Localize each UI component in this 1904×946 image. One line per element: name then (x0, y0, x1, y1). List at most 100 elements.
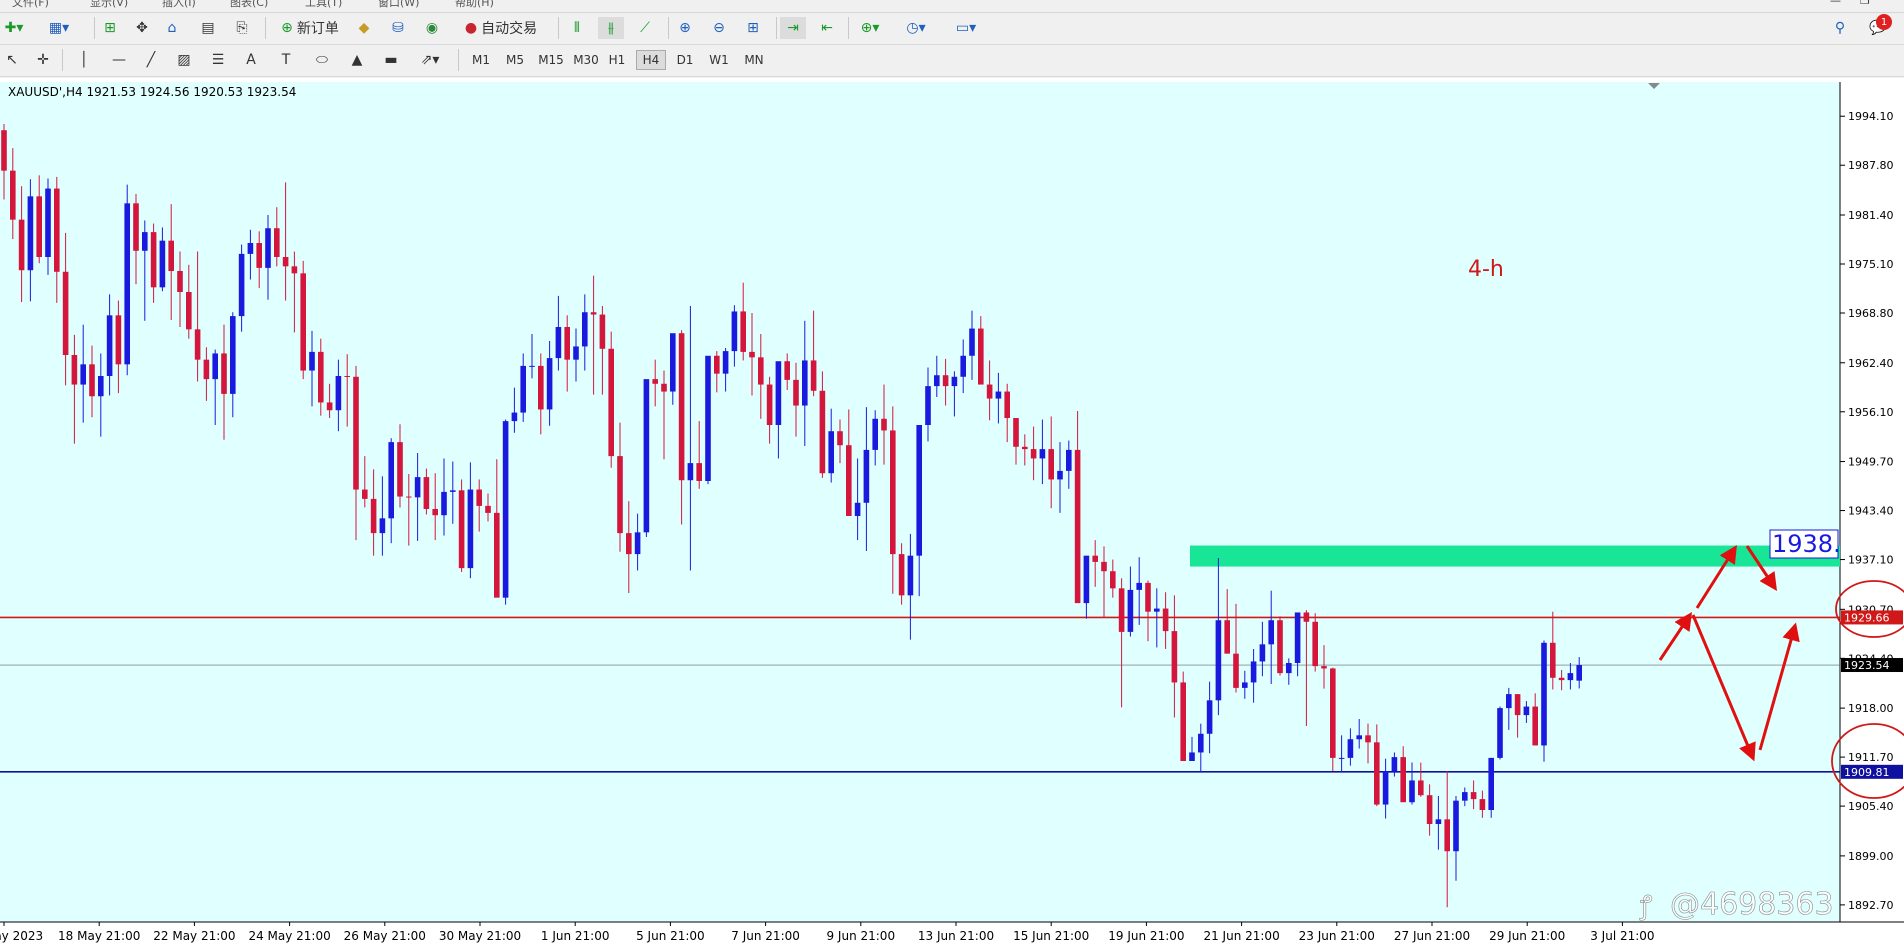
candle-body (80, 364, 86, 385)
timeframe-w1-button[interactable]: W1 (704, 50, 734, 70)
timeframe-h4-button[interactable]: H4 (636, 50, 666, 70)
timeframe-m15-button[interactable]: M15 (534, 50, 568, 70)
candle-body (485, 505, 491, 513)
new-order-button[interactable]: ⊕ 新订单 (272, 17, 348, 39)
window-restore-icon[interactable]: ❐ (1860, 0, 1870, 7)
text-label-icon[interactable]: T (274, 49, 298, 71)
candle-body (1277, 620, 1283, 674)
candle-body (652, 379, 658, 384)
strategy-tester-icon[interactable]: ⎘ (230, 17, 254, 39)
candle-body (546, 358, 553, 410)
chart-shift-icon[interactable]: ⇤ (814, 17, 840, 39)
crosshair-icon[interactable]: ✛ (32, 49, 54, 71)
candle-body (106, 315, 113, 376)
zoom-in-icon[interactable]: ⊕ (672, 17, 698, 39)
auto-trading-icon: ● (464, 20, 478, 36)
menu-chart[interactable]: 图表(C) (230, 0, 268, 10)
price-tick-label: 1918.00 (1848, 702, 1894, 715)
resistance-zone (1190, 545, 1840, 567)
candlestick-chart-icon[interactable]: ⫵ (598, 17, 624, 39)
menu-view[interactable]: 显示(V) (90, 0, 128, 10)
new-order-icon: ⊕ (281, 20, 293, 36)
candle-body (1171, 631, 1178, 683)
metaeditor-icon[interactable]: ◆ (352, 17, 376, 39)
candle-body (124, 203, 130, 365)
price-chart[interactable]: 1994.10 1987.80 1981.40 1975.10 1968.80 1962.… (0, 78, 1904, 946)
candle-body (1022, 446, 1028, 450)
periods-icon[interactable]: ◷▾ (898, 17, 934, 39)
indicators-icon[interactable]: ⊕▾ (852, 17, 888, 39)
candle-body (714, 355, 720, 374)
signals-icon[interactable]: ⛁ (386, 17, 410, 39)
candle-body (608, 348, 614, 457)
candle-body (810, 360, 817, 391)
candle-body (177, 271, 183, 292)
candle-body (564, 327, 570, 360)
zoom-out-icon[interactable]: ⊖ (706, 17, 732, 39)
candle-body (1514, 694, 1521, 716)
candle-body (1541, 642, 1547, 746)
rectangle-icon[interactable]: ▬ (378, 49, 404, 71)
triangle-icon[interactable]: ▲ (344, 49, 370, 71)
fibonacci-icon[interactable]: ☰ (206, 49, 230, 71)
time-tick-label: 19 Jun 21:00 (1108, 929, 1184, 943)
cursor-icon[interactable]: ↖ (2, 49, 22, 71)
arrows-shapes-icon[interactable]: ⇗▾ (412, 49, 448, 71)
terminal-icon[interactable]: ▤ (196, 17, 220, 39)
auto-scroll-icon[interactable]: ⇥ (780, 17, 806, 39)
candle-body (1013, 418, 1019, 447)
candle-body (89, 364, 95, 397)
text-icon[interactable]: A (240, 49, 262, 71)
vertical-line-icon[interactable]: │ (74, 49, 94, 71)
candle-body (995, 391, 1002, 399)
search-icon[interactable]: ⚲ (1828, 17, 1852, 39)
timeframe-m1-button[interactable]: M1 (466, 50, 496, 70)
timeframe-d1-button[interactable]: D1 (670, 50, 700, 70)
new-chart-icon[interactable]: ✚▾ (0, 17, 28, 39)
menu-window[interactable]: 窗口(W) (378, 0, 419, 10)
timeframe-m30-button[interactable]: M30 (568, 50, 604, 70)
bar-chart-icon[interactable]: ⫴ (564, 17, 590, 39)
line-chart-icon[interactable]: ⟋ (632, 17, 658, 39)
timeframe-h1-button[interactable]: H1 (602, 50, 632, 70)
equidistant-channel-icon[interactable]: ▨ (172, 49, 196, 71)
menu-file[interactable]: 文件(F) (12, 0, 49, 10)
ellipse-icon[interactable]: ⬭ (308, 49, 336, 71)
market-icon[interactable]: ◉ (420, 17, 444, 39)
chart-window[interactable]: 1994.10 1987.80 1981.40 1975.10 1968.80 1962.… (0, 78, 1904, 946)
candle-body (1083, 555, 1090, 604)
candle-body (687, 463, 694, 481)
candle-body (863, 449, 870, 503)
templates-icon[interactable]: ▭▾ (946, 17, 986, 39)
timeframe-m5-button[interactable]: M5 (500, 50, 530, 70)
tile-windows-icon[interactable]: ⊞ (740, 17, 766, 39)
candle-body (590, 312, 597, 315)
menu-help[interactable]: 帮助(H) (455, 0, 494, 10)
window-minimize-icon[interactable]: — (1830, 0, 1841, 7)
candle-body (370, 498, 377, 534)
candle-body (916, 425, 922, 556)
horizontal-line-icon[interactable]: — (108, 49, 130, 71)
candle-body (1497, 708, 1503, 758)
profiles-icon[interactable]: ▦▾ (42, 17, 76, 39)
time-tick-label: 30 May 21:00 (439, 929, 521, 943)
data-window-icon[interactable]: ⌂ (160, 17, 184, 39)
candle-body (678, 333, 685, 481)
menu-insert[interactable]: 插入(I) (162, 0, 196, 10)
candle-body (731, 311, 738, 352)
crosshair-navigator-icon[interactable]: ✥ (130, 17, 154, 39)
candle-body (634, 532, 641, 555)
auto-trading-button[interactable]: ● 自动交易 (454, 17, 548, 39)
trendline-icon[interactable]: ╱ (140, 49, 162, 71)
time-tick-label: 23 Jun 21:00 (1299, 929, 1375, 943)
candle-body (467, 489, 474, 569)
timeframe-mn-button[interactable]: MN (738, 50, 770, 70)
candle-body (1233, 653, 1239, 688)
notifications-button[interactable]: 💬 1 (1860, 14, 1896, 39)
candle-body (1391, 757, 1398, 772)
market-watch-icon[interactable]: ⊞ (98, 17, 122, 39)
menu-tools[interactable]: 工具(T) (305, 0, 342, 10)
candle-body (529, 365, 535, 367)
candle-body (18, 219, 25, 271)
candle-body (1057, 470, 1063, 480)
